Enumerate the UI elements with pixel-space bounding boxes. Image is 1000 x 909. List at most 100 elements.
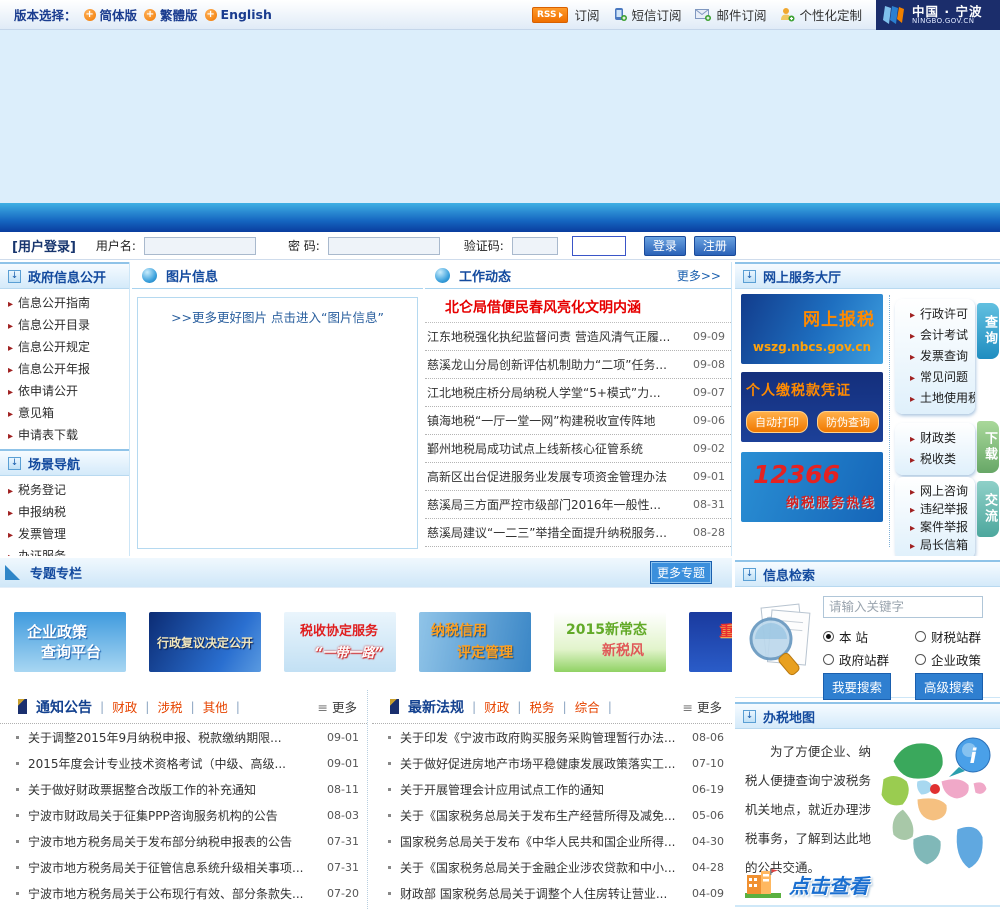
notices-tab-other[interactable]: 其他 xyxy=(203,697,228,716)
news-item[interactable]: 镇海地税“一厅一堂一网”构建税收宣传阵地 09-06 xyxy=(425,407,731,435)
tab-exchange[interactable]: 交流 xyxy=(977,481,999,537)
service-link[interactable]: 税收类 xyxy=(902,449,975,470)
sidebar-item[interactable]: 申请表下载 xyxy=(0,424,129,446)
login-button[interactable]: 登录 xyxy=(643,235,686,256)
news-item[interactable]: 江北地税庄桥分局纳税人学堂“5+模式”力... 09-07 xyxy=(425,379,731,407)
topic-banner-credit-rating[interactable]: 纳税信用 评定管理 xyxy=(419,612,531,672)
advanced-search-button[interactable]: 高级搜索 xyxy=(915,673,984,700)
version-english[interactable]: + English xyxy=(204,7,272,22)
auto-print-button[interactable]: 自动打印 xyxy=(746,411,808,433)
news-item[interactable]: 高新区出台促进服务业发展专项资金管理办法 09-01 xyxy=(425,463,731,491)
regulation-item[interactable]: 国家税务总局关于发布《中华人民共和国企业所得... 04-30 xyxy=(372,828,732,854)
notice-item[interactable]: 宁波市地方税务局关于发布部分纳税申报表的公告 07-31 xyxy=(0,828,367,854)
sidebar-item[interactable]: 信息公开目录 xyxy=(0,314,129,336)
personalize-link[interactable]: 个性化定制 xyxy=(780,5,862,24)
regulation-item[interactable]: 关于印发《宁波市政府购买服务采购管理暂行办法... 08-06 xyxy=(372,724,732,750)
notice-item[interactable]: 关于做好财政票据整合改版工作的补充通知 08-11 xyxy=(0,776,367,802)
news-item[interactable]: 慈溪龙山分局创新评估机制助力“二项”任务... 09-08 xyxy=(425,351,731,379)
regulation-item[interactable]: 关于《国家税务总局关于发布生产经营所得及减免... 05-06 xyxy=(372,802,732,828)
radio-this-site[interactable]: 本 站 xyxy=(823,627,868,646)
service-link[interactable]: 案件举报 xyxy=(902,518,975,536)
flag-icon xyxy=(18,699,27,714)
notice-item[interactable]: 宁波市财政局关于征集PPP咨询服务机构的公告 08-03 xyxy=(0,802,367,828)
captcha-image[interactable] xyxy=(571,235,626,256)
anti-fake-query-button[interactable]: 防伪查询 xyxy=(817,411,879,433)
password-field[interactable] xyxy=(327,236,440,255)
sidebar-item[interactable]: 信息公开规定 xyxy=(0,336,129,358)
hotline-12366-banner[interactable]: 12366 纳税服务热线 xyxy=(741,452,883,522)
work-news-headline[interactable]: 北仑局借便民春风亮化文明内涵 xyxy=(425,289,731,323)
phone-icon xyxy=(615,8,628,21)
regulations-tab-finance[interactable]: 财政 xyxy=(484,697,509,716)
tab-query[interactable]: 查询 xyxy=(977,303,999,359)
service-link[interactable]: 违纪举报 xyxy=(902,500,975,518)
tab-download[interactable]: 下载 xyxy=(977,421,999,473)
regulations-tab-tax[interactable]: 税务 xyxy=(529,697,554,716)
service-link[interactable]: 发票查询 xyxy=(902,346,975,367)
service-link[interactable]: 行政许可 xyxy=(902,304,975,325)
rss-subscribe-link[interactable]: 订阅 xyxy=(574,5,599,24)
rss-icon[interactable]: RSS xyxy=(531,6,569,23)
sms-subscribe-link[interactable]: 短信订阅 xyxy=(613,5,681,24)
service-link[interactable]: 会计考试 xyxy=(902,325,975,346)
sidebar-item[interactable]: 信息公开指南 xyxy=(0,292,129,314)
radio-enterprise-policy[interactable]: 企业政策 xyxy=(915,650,981,669)
news-item[interactable]: 江东地税强化执纪监督问责 营造风清气正履... 09-09 xyxy=(425,323,731,351)
more-topics-button[interactable]: 更多专题 xyxy=(649,561,712,584)
search-button[interactable]: 我要搜索 xyxy=(823,673,892,700)
sidebar-item[interactable]: 发票管理 xyxy=(0,523,129,545)
search-input[interactable] xyxy=(823,596,983,618)
news-item[interactable]: 慈溪局三方面严控市级部门2016年一般性... 08-31 xyxy=(425,491,731,519)
sidebar-item[interactable]: 信息公开年报 xyxy=(0,358,129,380)
service-link[interactable]: 网上咨询 xyxy=(902,482,975,500)
service-link[interactable]: 局长信箱 xyxy=(902,536,975,554)
version-traditional[interactable]: + 繁體版 xyxy=(144,5,198,24)
regulation-item[interactable]: 关于开展管理会计应用试点工作的通知 06-19 xyxy=(372,776,732,802)
notices-more-link[interactable]: 更多 xyxy=(318,697,357,716)
radio-gov-sites[interactable]: 政府站群 xyxy=(823,650,889,669)
mail-subscribe-link[interactable]: 邮件订阅 xyxy=(695,5,766,24)
regulation-item[interactable]: 关于做好促进房地产市场平稳健康发展政策落实工... 07-10 xyxy=(372,750,732,776)
regulations-title[interactable]: 最新法规 xyxy=(408,697,464,717)
notices-tab-finance[interactable]: 财政 xyxy=(112,697,137,716)
photo-news-box[interactable]: >>更多更好图片 点击进入“图片信息” xyxy=(137,297,418,549)
sidebar-item[interactable]: 税务登记 xyxy=(0,479,129,501)
sidebar-item[interactable]: 办证服务 xyxy=(0,545,129,556)
topic-banner-major-cases[interactable]: 重大税案件 xyxy=(689,612,732,672)
personal-tax-receipt-banner[interactable]: 个人缴税款凭证 自动打印 防伪查询 xyxy=(741,372,883,442)
notice-item[interactable]: 宁波市地方税务局关于公布现行有效、部分条款失... 07-20 xyxy=(0,880,367,906)
register-button[interactable]: 注册 xyxy=(693,235,736,256)
regulation-item[interactable]: 关于《国家税务总局关于金融企业涉农贷款和中小... 04-28 xyxy=(372,854,732,880)
news-item[interactable]: 慈溪局建议“一二三”举措全面提升纳税服务... 08-28 xyxy=(425,519,731,547)
regulations-more-link[interactable]: 更多 xyxy=(683,697,722,716)
sidebar-item[interactable]: 依申请公开 xyxy=(0,380,129,402)
map-view-button[interactable]: 点击查看 xyxy=(789,870,869,899)
captcha-field[interactable] xyxy=(511,236,558,255)
radio-tax-sites[interactable]: 财税站群 xyxy=(915,627,981,646)
map-view-row[interactable]: 点击查看 xyxy=(743,867,869,899)
news-item[interactable]: 鄞州地税局成功试点上线新核心征管系统 09-02 xyxy=(425,435,731,463)
regulations-tab-general[interactable]: 综合 xyxy=(575,697,600,716)
notices-title[interactable]: 通知公告 xyxy=(36,697,92,717)
topic-banner-new-normal[interactable]: 2015新常态 新税风 xyxy=(554,612,666,672)
sidebar-item[interactable]: 申报纳税 xyxy=(0,501,129,523)
search-panel: ↓ 信息检索 本 站 财税站群 政府站群 企业政策 我要搜索 高级搜索 xyxy=(735,560,1000,700)
version-simplified[interactable]: + 简体版 xyxy=(83,5,137,24)
site-logo[interactable]: 中国 · 宁波 NINGBO.GOV.CN xyxy=(876,0,1000,30)
notice-item[interactable]: 2015年度会计专业技术资格考试（中级、高级... 09-01 xyxy=(0,750,367,776)
topic-banner-tax-treaty[interactable]: 税收协定服务 “一带一路” xyxy=(284,612,396,672)
notice-item[interactable]: 宁波市地方税务局关于征管信息系统升级相关事项... 07-31 xyxy=(0,854,367,880)
online-tax-filing-banner[interactable]: 网上报税 wszg.nbcs.gov.cn xyxy=(741,294,883,364)
notice-item[interactable]: 关于调整2015年9月纳税申报、税款缴纳期限... 09-01 xyxy=(0,724,367,750)
service-link[interactable]: 常见问题 xyxy=(902,367,975,388)
service-link[interactable]: 土地使用税 xyxy=(902,388,975,409)
notices-tab-tax[interactable]: 涉税 xyxy=(157,697,182,716)
arrow-box-icon: ↓ xyxy=(8,456,21,470)
sidebar-item[interactable]: 意见箱 xyxy=(0,402,129,424)
service-link[interactable]: 财政类 xyxy=(902,428,975,449)
work-news-more-link[interactable]: 更多>> xyxy=(677,267,721,284)
username-field[interactable] xyxy=(143,236,256,255)
topic-banner-review-disclosure[interactable]: 行政复议决定公开 xyxy=(149,612,261,672)
topic-banner-policy-platform[interactable]: 企业政策 查询平台 xyxy=(14,612,126,672)
regulation-item[interactable]: 财政部 国家税务总局关于调整个人住房转让营业... 04-09 xyxy=(372,880,732,906)
